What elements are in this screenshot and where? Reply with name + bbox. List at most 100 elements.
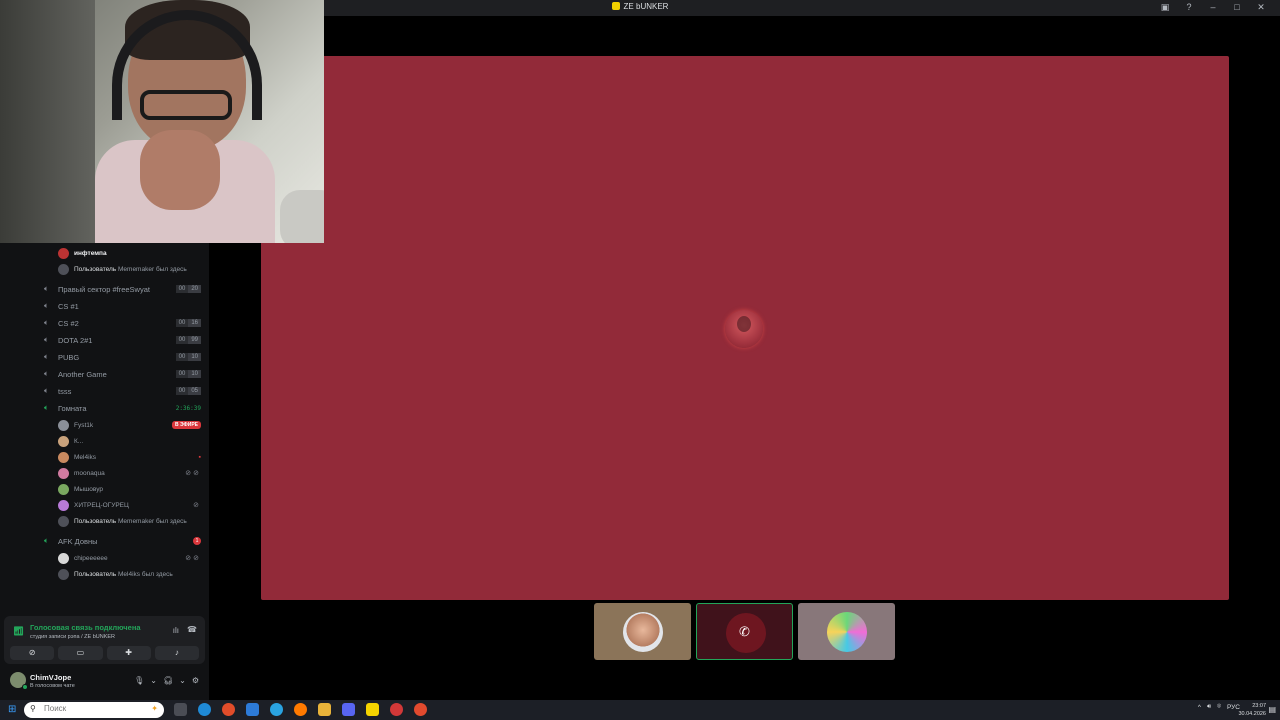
camera-toggle-button[interactable]: ⊘	[10, 646, 55, 660]
telegram-icon[interactable]	[270, 703, 283, 716]
chrome-icon[interactable]	[222, 703, 235, 716]
window-controls: ▣ ? – □ ✕	[1160, 2, 1266, 13]
bunker-app-icon[interactable]	[366, 703, 379, 716]
note-user: Mememaker	[118, 265, 155, 273]
video-stage[interactable]	[261, 56, 1229, 600]
activities-button[interactable]: ✚	[106, 646, 151, 660]
voice-channel[interactable]: 🔈︎ Правый сектор #freeSwyat 00 20	[0, 282, 209, 296]
avatar	[827, 612, 867, 652]
task-view-icon[interactable]	[174, 703, 187, 716]
voice-user[interactable]: К...	[0, 434, 209, 448]
voice-user[interactable]: chipeeeeee ⊘⊘	[0, 551, 209, 565]
user-name: moonaqua	[74, 469, 105, 477]
windows-start-icon[interactable]: ⊞	[8, 704, 16, 715]
voice-channel[interactable]: 🔈︎ Another Game 00 10	[0, 367, 209, 381]
avatar	[58, 467, 69, 479]
chevron-down-icon[interactable]: ⌄	[150, 676, 157, 685]
noise-suppression-icon[interactable]: ılı	[173, 626, 179, 635]
focused-user-avatar[interactable]	[725, 310, 763, 348]
file-explorer-icon[interactable]	[318, 703, 331, 716]
speaker-icon: 🔈︎	[44, 403, 49, 412]
channel-name: CS #2	[58, 318, 79, 328]
network-icon[interactable]: ⌾	[1217, 703, 1221, 711]
clock[interactable]: 23:07 30.04.2026	[1238, 702, 1266, 718]
user-limit-badge: 00 05	[175, 387, 201, 395]
avatar	[58, 499, 69, 511]
minimize-button[interactable]: –	[1208, 2, 1218, 13]
avatar	[58, 263, 69, 275]
muted-deafened-icons: ⊘⊘	[185, 470, 201, 477]
voice-user[interactable]: Fyst1k В ЭФИРЕ	[0, 418, 209, 432]
avatar	[58, 515, 69, 527]
participant-tile[interactable]	[798, 603, 895, 660]
screen-share-button[interactable]: ▭	[58, 646, 103, 660]
avatar	[623, 612, 663, 652]
disconnect-icon[interactable]: ☎	[187, 625, 197, 634]
firefox-icon[interactable]	[294, 703, 307, 716]
participant-tile[interactable]	[594, 603, 691, 660]
maximize-button[interactable]: □	[1232, 2, 1242, 13]
current-user-name[interactable]: ChimVJope	[30, 673, 71, 682]
search-input[interactable]	[44, 704, 134, 713]
taskbar-search[interactable]: ⚲ ✦	[24, 702, 164, 718]
server-icon	[611, 2, 620, 10]
gear-icon[interactable]: ⚙	[192, 676, 199, 685]
user-limit-badge: 00 16	[175, 319, 201, 327]
participant-tiles: ✆	[594, 603, 895, 660]
note-suffix: был здесь	[155, 265, 187, 273]
user-limit-badge: 00 10	[175, 353, 201, 361]
voice-user[interactable]: Mel4iks ▪	[0, 450, 209, 464]
clock-time: 23:07	[1252, 703, 1266, 709]
obs-icon[interactable]	[390, 703, 403, 716]
online-status-dot	[22, 684, 28, 690]
participant-tile-self[interactable]: ✆	[696, 603, 793, 660]
speaker-icon: 🔈︎	[44, 284, 49, 293]
voice-channel[interactable]: 🔈︎ DOTA 2#1 00 99	[0, 333, 209, 347]
channel-name: CS #1	[58, 301, 79, 311]
mail-icon[interactable]	[246, 703, 259, 716]
webcam-overlay	[0, 0, 324, 243]
voice-channel-path[interactable]: студия записи рэпа / ZE bUNKER	[30, 634, 115, 640]
headphones-icon[interactable]: 🎧︎	[163, 676, 173, 685]
note-suffix: был здесь	[155, 517, 187, 525]
voice-user[interactable]: Мышовур	[0, 482, 209, 496]
voice-channel[interactable]: 🔈︎ CS #2 00 16	[0, 316, 209, 330]
voice-user[interactable]: ХИТРЕЦ-ОГУРЕЦ ⊘	[0, 498, 209, 512]
note-prefix: Пользователь	[74, 265, 117, 273]
help-icon[interactable]: ?	[1184, 2, 1194, 13]
muted-deafened-icons: ⊘⊘	[185, 555, 201, 562]
user-limit-badge: 00 10	[175, 370, 201, 378]
voice-user[interactable]: инфтемпа	[0, 246, 209, 260]
avatar	[58, 435, 69, 447]
voice-channel[interactable]: 🔈︎ PUBG 00 10	[0, 350, 209, 364]
voice-channel[interactable]: 🔈︎ CS #1	[0, 299, 209, 313]
close-button[interactable]: ✕	[1256, 2, 1266, 13]
taskbar: ⊞ ⚲ ✦ ^ 🔊︎ ⌾ РУС 23:07 30.04.2026 ▤	[0, 700, 1280, 720]
channel-name: Гомната	[58, 403, 87, 413]
channel-name: PUBG	[58, 352, 80, 362]
voice-channel-active[interactable]: 🔈︎ Гомната 2:36:39	[0, 401, 209, 415]
chevron-up-icon[interactable]: ^	[1198, 704, 1201, 711]
window-title-text: ZE bUNKER	[623, 2, 669, 11]
user-was-here-note: Пользователь Mememaker был здесь	[0, 262, 209, 276]
soundboard-button[interactable]: ♪	[154, 646, 199, 660]
volume-icon[interactable]: 🔊︎	[1207, 703, 1211, 711]
edge-icon[interactable]	[198, 703, 211, 716]
discord-icon[interactable]	[342, 703, 355, 716]
voice-channel[interactable]: 🔈︎ tsss 00 05	[0, 384, 209, 398]
signal-icon[interactable]: 📶︎	[13, 626, 24, 637]
channel-name: AFK Довны	[58, 536, 98, 546]
inbox-icon[interactable]: ▣	[1160, 2, 1170, 13]
voice-status[interactable]: Голосовая связь подключена	[30, 623, 141, 632]
system-tray: ^ 🔊︎ ⌾ РУС	[1198, 703, 1240, 711]
chevron-down-icon[interactable]: ⌄	[179, 676, 186, 685]
microphone-icon[interactable]: 🎙︎	[134, 676, 144, 685]
media-player-icon[interactable]	[414, 703, 427, 716]
voice-user[interactable]: moonaqua ⊘⊘	[0, 466, 209, 480]
note-prefix: Пользователь	[74, 570, 117, 578]
speaker-icon: 🔈︎	[44, 536, 49, 545]
voice-channel[interactable]: 🔈︎ AFK Довны 1	[0, 534, 209, 548]
notification-icon[interactable]: ▤	[1268, 705, 1276, 714]
phone-icon: ✆	[739, 624, 750, 639]
user-limit-badge: 00 20	[175, 285, 201, 293]
